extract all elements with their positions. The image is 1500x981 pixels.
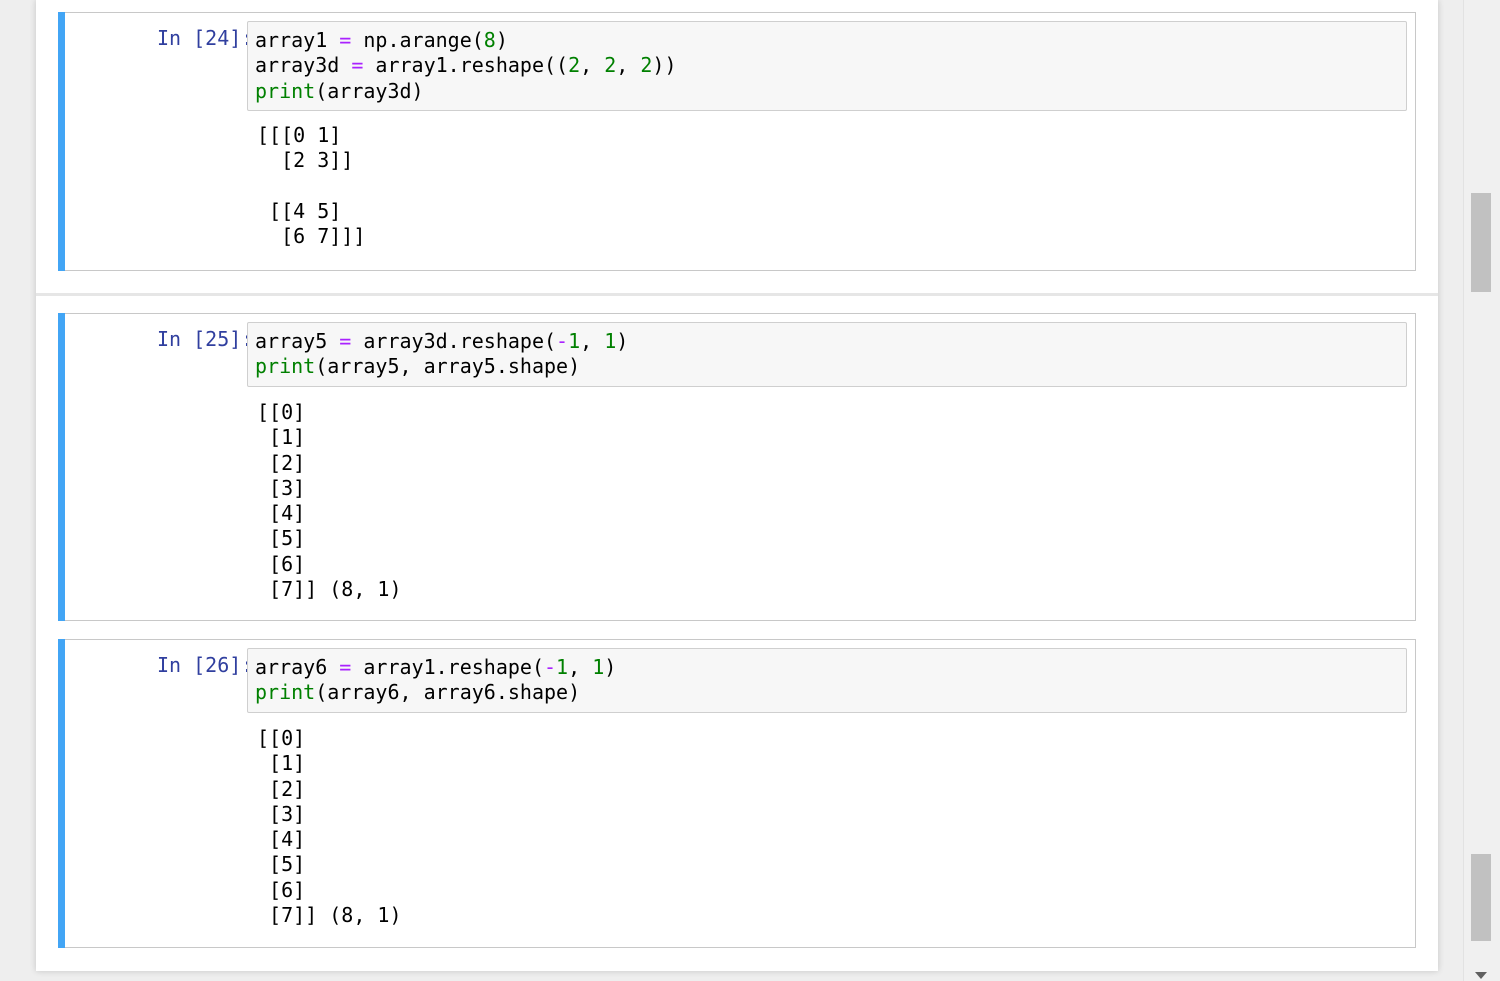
- code-number: 2: [568, 53, 581, 78]
- code-operator: -: [556, 329, 569, 353]
- code-token: ): [604, 655, 617, 679]
- output-line: [1]: [257, 425, 306, 450]
- code-token: array1.reshape((: [363, 53, 569, 78]
- cell-output: [[0] [1] [2] [3] [4] [5] [6] [7]] (8, 1): [257, 400, 1405, 602]
- code-operator: -: [544, 655, 557, 679]
- scrollbar-edge: [1463, 0, 1464, 981]
- code-operator: =: [339, 28, 352, 52]
- cell-output: [[[0 1] [2 3]] [[4 5] [6 7]]]: [257, 123, 1405, 249]
- code-token: ,: [568, 655, 593, 679]
- code-number: 1: [556, 655, 569, 679]
- output-line: [6 7]]]: [257, 224, 366, 249]
- code-keyword: print: [255, 680, 316, 705]
- code-number: 2: [604, 53, 617, 78]
- scroll-down-arrow-icon[interactable]: [1475, 972, 1487, 979]
- code-token: array3d: [255, 53, 352, 78]
- output-line: [3]: [257, 801, 306, 826]
- code-token: (array3d): [315, 78, 424, 103]
- output-line: [2 3]]: [257, 148, 354, 173]
- code-line: array3d = array1.reshape((2, 2, 2)): [255, 53, 1399, 78]
- code-number: 1: [604, 329, 617, 353]
- output-line: [[[0 1]: [257, 123, 342, 147]
- code-token: np.arange(: [351, 28, 484, 52]
- code-token: array6: [255, 655, 340, 679]
- output-line: [6]: [257, 551, 306, 576]
- code-token: (array6, array6.shape): [315, 680, 581, 705]
- output-line: [1]: [257, 751, 306, 776]
- code-cell-25[interactable]: In [25]: array5 = array3d.reshape(-1, 1)…: [58, 313, 1416, 621]
- code-token: ): [616, 329, 629, 353]
- code-token: ,: [580, 53, 605, 78]
- output-line: [6]: [257, 877, 306, 902]
- code-token: ): [495, 28, 508, 52]
- output-line: [2]: [257, 776, 306, 801]
- code-line: array6 = array1.reshape(-1, 1): [255, 655, 1399, 680]
- page-divider: [36, 293, 1438, 296]
- output-line: [[4 5]: [257, 198, 342, 223]
- output-line: [7]] (8, 1): [257, 577, 402, 602]
- input-prompt: In [24]:: [157, 26, 254, 50]
- code-line: print(array6, array6.shape): [255, 680, 1399, 705]
- code-input[interactable]: array1 = np.arange(8) array3d = array1.re…: [247, 21, 1407, 111]
- code-operator: =: [339, 329, 352, 353]
- code-number: 8: [483, 28, 496, 52]
- code-operator: =: [351, 53, 364, 78]
- code-number: 2: [640, 53, 653, 78]
- output-line: [3]: [257, 475, 306, 500]
- code-token: ,: [580, 329, 605, 353]
- scrollbar-thumb-secondary[interactable]: [1471, 854, 1491, 941]
- code-line: print(array5, array5.shape): [255, 354, 1399, 379]
- input-prompt: In [25]:: [157, 327, 254, 351]
- code-token: (array5, array5.shape): [315, 354, 581, 379]
- code-keyword: print: [255, 354, 316, 379]
- output-line: [5]: [257, 526, 306, 551]
- cell-output: [[0] [1] [2] [3] [4] [5] [6] [7]] (8, 1): [257, 726, 1405, 928]
- selected-cell-bar: [58, 313, 65, 621]
- vertical-scrollbar[interactable]: [1463, 0, 1500, 981]
- code-number: 1: [568, 329, 581, 353]
- code-token: array3d.reshape(: [351, 329, 557, 353]
- code-line: print(array3d): [255, 79, 1399, 104]
- output-line: [4]: [257, 501, 306, 526]
- output-line: [[0]: [257, 726, 306, 750]
- code-line: array1 = np.arange(8): [255, 28, 1399, 53]
- code-keyword: print: [255, 78, 316, 103]
- code-cell-24[interactable]: In [24]: array1 = np.arange(8) array3d = …: [58, 12, 1416, 271]
- output-line: [7]] (8, 1): [257, 903, 402, 928]
- code-number: 1: [592, 655, 605, 679]
- code-token: ,: [616, 53, 641, 78]
- code-token: array1: [255, 28, 340, 52]
- code-token: )): [652, 53, 677, 78]
- scrollbar-thumb[interactable]: [1471, 193, 1491, 292]
- code-line: array5 = array3d.reshape(-1, 1): [255, 329, 1399, 354]
- output-line: [[0]: [257, 400, 306, 424]
- code-token: array1.reshape(: [351, 655, 544, 679]
- selected-cell-bar: [58, 639, 65, 948]
- input-prompt: In [26]:: [157, 653, 254, 677]
- code-input[interactable]: array5 = array3d.reshape(-1, 1) print(arr…: [247, 322, 1407, 387]
- output-line: [5]: [257, 852, 306, 877]
- code-cell-26[interactable]: In [26]: array6 = array1.reshape(-1, 1) p…: [58, 639, 1416, 948]
- code-operator: =: [339, 655, 352, 679]
- selected-cell-bar: [58, 12, 65, 271]
- output-line: [2]: [257, 450, 306, 475]
- code-input[interactable]: array6 = array1.reshape(-1, 1) print(arra…: [247, 648, 1407, 713]
- code-token: array5: [255, 329, 340, 353]
- output-line: [4]: [257, 827, 306, 852]
